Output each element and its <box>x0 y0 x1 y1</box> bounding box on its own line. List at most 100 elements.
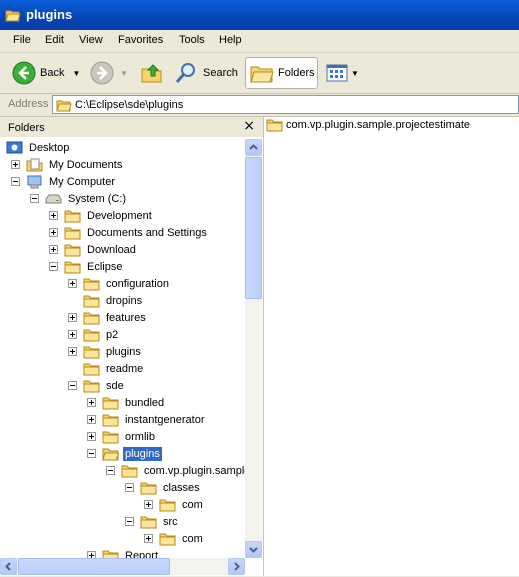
vertical-scroll-thumb[interactable] <box>245 157 262 299</box>
drive-icon <box>45 194 62 203</box>
my-computer-icon <box>27 175 42 188</box>
tree-item[interactable]: Documents and Settings <box>49 224 209 241</box>
views-button[interactable]: ▼ <box>326 57 360 89</box>
expand-icon[interactable] <box>87 398 96 407</box>
tree-item[interactable]: plugins <box>68 343 143 360</box>
expand-icon[interactable] <box>49 245 58 254</box>
chevron-down-icon <box>249 547 258 553</box>
expand-icon[interactable] <box>87 432 96 441</box>
tree-item[interactable]: Desktop <box>6 139 71 156</box>
tree-item[interactable]: dropins <box>68 292 144 309</box>
forward-button[interactable]: ▼ <box>90 57 130 89</box>
forward-dropdown-icon[interactable]: ▼ <box>120 69 128 78</box>
tree-item[interactable]: plugins <box>87 445 162 462</box>
tree-item[interactable]: com <box>144 530 205 547</box>
folder-icon <box>83 380 100 392</box>
expand-icon[interactable] <box>68 347 77 356</box>
back-button[interactable]: Back ▼ <box>12 57 82 89</box>
menu-edit[interactable]: Edit <box>45 34 64 46</box>
menu-file[interactable]: File <box>13 34 31 46</box>
search-icon <box>175 63 195 83</box>
close-icon[interactable]: × <box>243 118 255 134</box>
tree-item[interactable]: features <box>68 309 148 326</box>
tree-item[interactable]: Eclipse <box>49 258 124 275</box>
toolbar: Back ▼ ▼ Search Folders ▼ <box>0 53 519 94</box>
vertical-scrollbar[interactable] <box>245 139 262 558</box>
file-item[interactable]: com.vp.plugin.sample.projectestimate <box>266 118 470 132</box>
collapse-icon[interactable] <box>125 483 134 492</box>
menu-tools[interactable]: Tools <box>179 34 205 46</box>
tree-item[interactable]: com <box>144 496 205 513</box>
tree-item-label: dropins <box>106 294 143 307</box>
tree-item-label: Eclipse <box>87 260 123 273</box>
tree-item[interactable]: ormlib <box>87 428 157 445</box>
back-dropdown-icon[interactable]: ▼ <box>72 69 80 78</box>
collapse-icon[interactable] <box>125 517 134 526</box>
tree-item[interactable]: Download <box>49 241 138 258</box>
tree-item-label: Download <box>87 243 136 256</box>
expand-icon[interactable] <box>87 551 96 558</box>
window-title: plugins <box>26 7 73 22</box>
collapse-icon[interactable] <box>68 381 77 390</box>
tree-item[interactable]: com.vp.plugin.sample <box>106 462 245 479</box>
expand-icon[interactable] <box>11 160 20 169</box>
tree-item[interactable]: instantgenerator <box>87 411 207 428</box>
tree-item[interactable]: My Computer <box>11 173 117 190</box>
collapse-icon[interactable] <box>30 194 39 203</box>
folder-icon <box>102 550 119 558</box>
title-bar: plugins <box>0 0 519 30</box>
tree-item[interactable]: System (C:) <box>30 190 128 207</box>
horizontal-scrollbar[interactable] <box>0 558 245 575</box>
expand-icon[interactable] <box>49 211 58 220</box>
scroll-down-button[interactable] <box>245 541 262 558</box>
collapse-icon[interactable] <box>87 449 96 458</box>
address-input[interactable]: C:\Eclipse\sde\plugins <box>52 95 519 114</box>
folder-up-icon <box>141 64 162 83</box>
tree-item[interactable]: My Documents <box>11 156 124 173</box>
expand-icon[interactable] <box>68 279 77 288</box>
tree-item[interactable]: src <box>125 513 180 530</box>
chevron-left-icon <box>5 562 11 571</box>
scroll-left-button[interactable] <box>0 558 17 575</box>
tree-item[interactable]: Report <box>87 547 160 558</box>
collapse-icon[interactable] <box>106 466 115 475</box>
my-documents-icon <box>26 158 43 171</box>
scroll-up-button[interactable] <box>245 139 262 156</box>
tree-item-label: System (C:) <box>68 192 127 205</box>
tree-item-label: plugins <box>106 345 141 358</box>
folder-icon <box>83 278 100 290</box>
expand-icon[interactable] <box>144 534 153 543</box>
tree-item-label: My Documents <box>49 158 123 171</box>
folder-icon <box>140 482 157 494</box>
folder-icon <box>102 431 119 443</box>
address-path: C:\Eclipse\sde\plugins <box>75 99 184 111</box>
expand-icon[interactable] <box>68 313 77 322</box>
expand-icon[interactable] <box>68 330 77 339</box>
chevron-right-icon <box>234 562 240 571</box>
horizontal-scroll-thumb[interactable] <box>18 558 170 575</box>
search-button[interactable]: Search <box>174 57 238 89</box>
folder-icon <box>140 516 157 528</box>
tree-item[interactable]: classes <box>125 479 202 496</box>
views-icon <box>326 64 348 82</box>
collapse-icon[interactable] <box>49 262 58 271</box>
tree-item[interactable]: p2 <box>68 326 120 343</box>
tree-item[interactable]: Development <box>49 207 154 224</box>
tree-item-label: features <box>106 311 146 324</box>
expand-icon[interactable] <box>49 228 58 237</box>
menu-view[interactable]: View <box>79 34 103 46</box>
views-dropdown-icon[interactable]: ▼ <box>351 69 359 78</box>
collapse-icon[interactable] <box>11 177 20 186</box>
expand-icon[interactable] <box>87 415 96 424</box>
tree-item[interactable]: sde <box>68 377 126 394</box>
folders-button[interactable]: Folders <box>245 57 318 89</box>
up-button[interactable] <box>140 57 164 89</box>
tree-item[interactable]: bundled <box>87 394 166 411</box>
search-label: Search <box>203 67 238 79</box>
tree-item[interactable]: configuration <box>68 275 171 292</box>
scroll-right-button[interactable] <box>228 558 245 575</box>
tree-item[interactable]: readme <box>68 360 145 377</box>
menu-help[interactable]: Help <box>219 34 242 46</box>
menu-favorites[interactable]: Favorites <box>118 34 163 46</box>
expand-icon[interactable] <box>144 500 153 509</box>
